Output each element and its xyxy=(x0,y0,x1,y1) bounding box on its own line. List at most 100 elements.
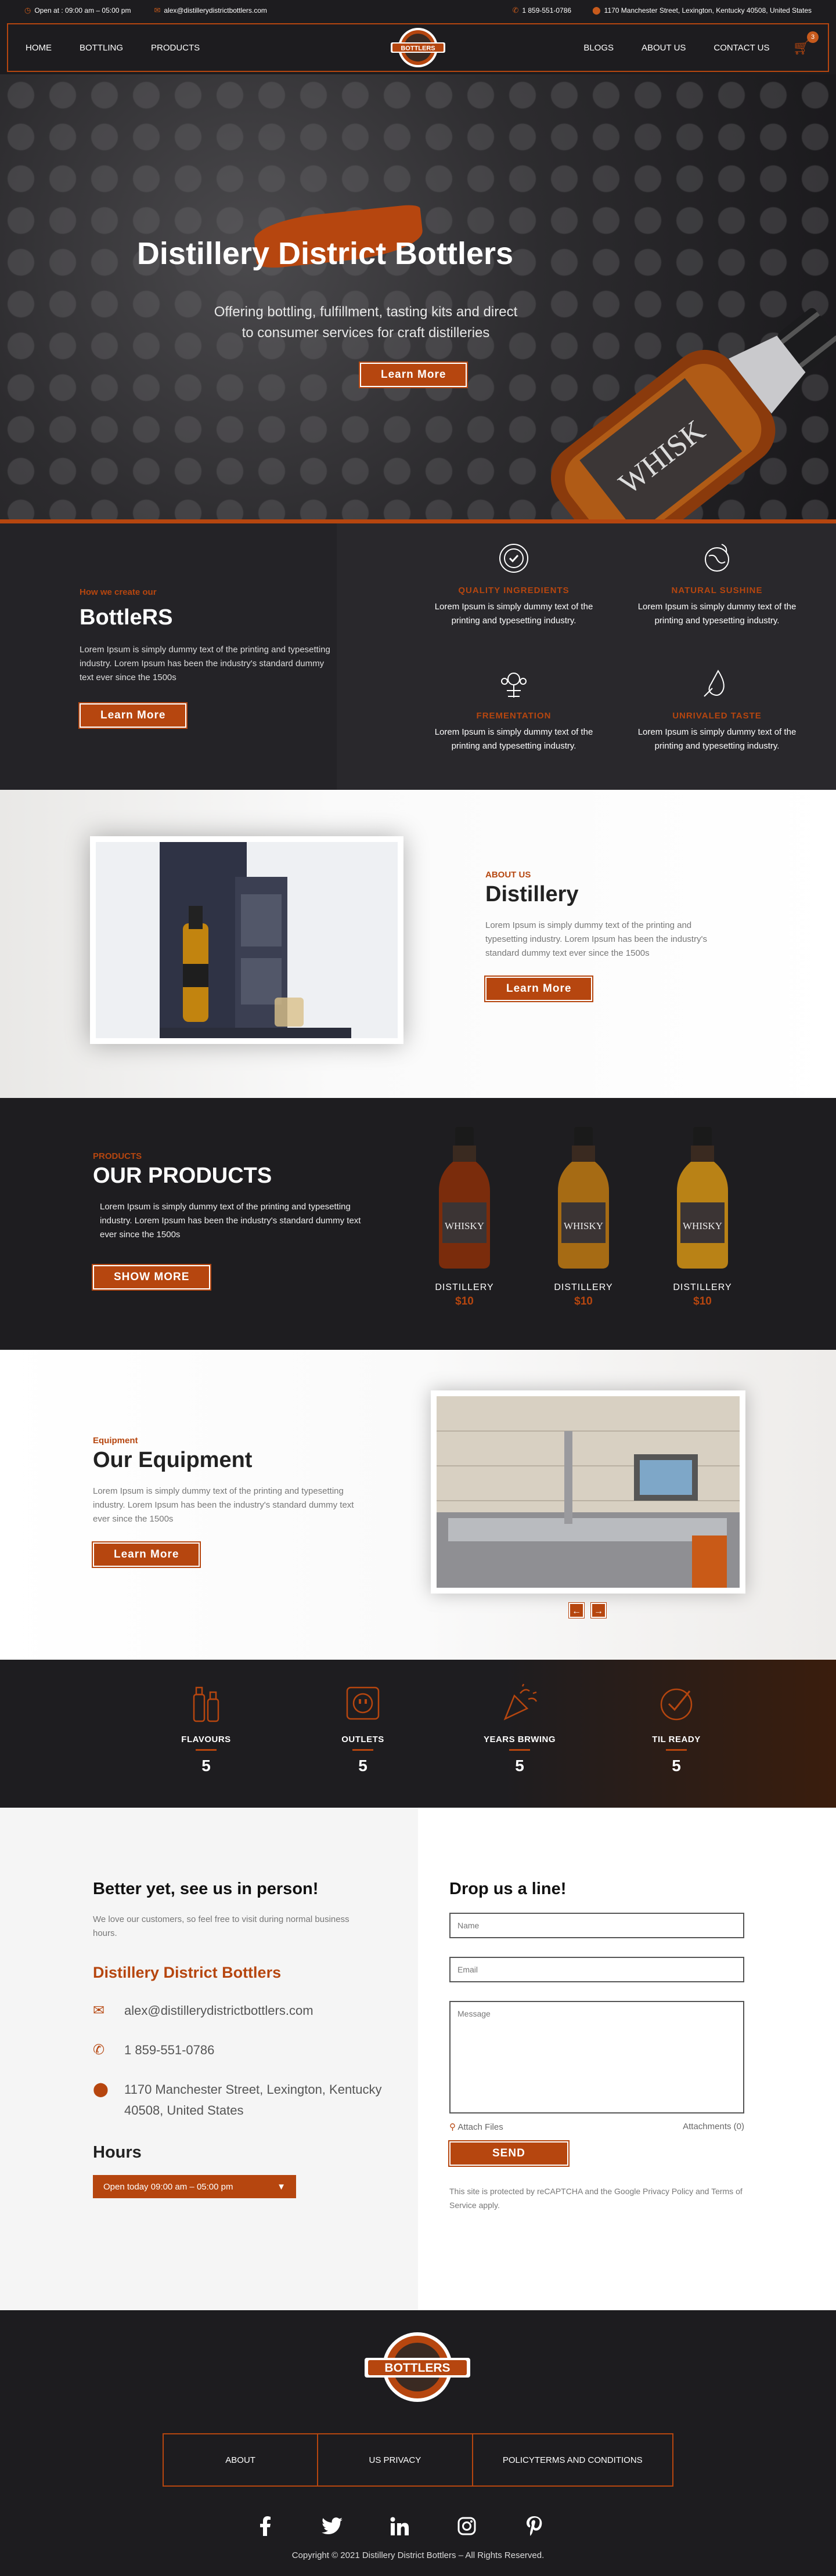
pinterest-icon[interactable] xyxy=(522,2514,546,2538)
drop-icon xyxy=(704,669,725,697)
bottling-machine-image xyxy=(437,1396,740,1588)
feature-title: UNRIVALED TASTE xyxy=(672,710,762,721)
copyright: Copyright © 2021 Distillery District Bot… xyxy=(291,2550,545,2560)
instagram-icon[interactable] xyxy=(455,2514,478,2538)
name-input[interactable] xyxy=(449,1913,744,1938)
stat-flavours: FLAVOURS 5 xyxy=(128,1660,284,1808)
hero-title: Distillery District Bottlers xyxy=(136,236,514,271)
bottlers-learn-more-button[interactable]: Learn More xyxy=(78,702,188,729)
feature-title: FREMENTATION xyxy=(476,710,552,721)
send-button[interactable]: SEND xyxy=(448,2140,570,2167)
email-info[interactable]: ✉ alex@distillerydistrictbottlers.com xyxy=(154,6,266,15)
linkedin-icon[interactable] xyxy=(388,2514,411,2538)
about-learn-more-button[interactable]: Learn More xyxy=(484,976,594,1002)
form-title: Drop us a line! xyxy=(449,1880,567,1898)
header: HOME BOTTLING PRODUCTS BOTTLERS BLOGS AB… xyxy=(0,21,836,74)
message-textarea[interactable] xyxy=(449,2001,744,2113)
footer-link-terms[interactable]: POLICYTERMS AND CONDITIONS xyxy=(473,2434,673,2485)
carousel-controls: ← → xyxy=(568,1602,607,1618)
about-title: Distillery xyxy=(485,882,579,906)
quality-icon xyxy=(499,544,528,573)
facebook-icon[interactable] xyxy=(253,2514,276,2538)
product-name: DISTILLERY xyxy=(554,1282,613,1292)
equipment-learn-more-button[interactable]: Learn More xyxy=(91,1541,201,1568)
stat-value: 5 xyxy=(358,1757,367,1775)
product-label-text: WHISKY xyxy=(564,1220,603,1231)
contact-address-text: 1170 Manchester Street, Lexington, Kentu… xyxy=(124,2082,382,2118)
about-kicker: ABOUT US xyxy=(485,870,531,880)
location-pin-icon: ⬤ xyxy=(592,6,601,15)
twitter-icon[interactable] xyxy=(320,2514,344,2538)
email-text[interactable]: alex@distillerydistrictbottlers.com xyxy=(164,6,267,15)
feature-taste: UNRIVALED TASTE Lorem Ipsum is simply du… xyxy=(615,665,819,790)
feature-quality: QUALITY INGREDIENTS Lorem Ipsum is simpl… xyxy=(412,540,615,664)
contact-phone-text[interactable]: 1 859-551-0786 xyxy=(124,2040,214,2061)
cart-button[interactable]: 🛒︎ 3 xyxy=(793,31,819,56)
stat-divider xyxy=(352,1749,373,1751)
products-text: Lorem Ipsum is simply dummy text of the … xyxy=(100,1202,361,1240)
stat-label: OUTLETS xyxy=(341,1735,384,1744)
bottlers-text: Lorem Ipsum is simply dummy text of the … xyxy=(80,645,330,682)
site-logo[interactable]: BOTTLERS xyxy=(386,25,450,70)
hours-info: ◷ Open at : 09:00 am – 05:00 pm xyxy=(24,6,131,15)
nav-contact-us[interactable]: CONTACT US xyxy=(714,43,769,53)
phone-info[interactable]: ✆ 1 859-551-0786 xyxy=(512,6,571,15)
about-photo xyxy=(90,836,403,1044)
nav-home[interactable]: HOME xyxy=(26,43,52,53)
contact-email-text[interactable]: alex@distillerydistrictbottlers.com xyxy=(124,2000,314,2021)
nav-bottling[interactable]: BOTTLING xyxy=(80,43,123,53)
nav-products[interactable]: PRODUCTS xyxy=(151,43,200,53)
contact-email[interactable]: ✉ alex@distillerydistrictbottlers.com xyxy=(93,2000,418,2021)
products-title: OUR PRODUCTS xyxy=(93,1164,272,1188)
footer-link-privacy[interactable]: US PRIVACY xyxy=(318,2434,473,2485)
product-label-text: WHISKY xyxy=(445,1220,484,1231)
celebration-icon xyxy=(503,1683,538,1721)
prev-arrow-icon[interactable]: ← xyxy=(568,1602,585,1618)
fermentation-icon xyxy=(501,672,527,698)
hero-subtitle: Offering bottling, fulfillment, tasting … xyxy=(214,304,518,341)
product-card[interactable]: WHISKY DISTILLERY $10 xyxy=(549,1127,618,1308)
stat-outlets: OUTLETS 5 xyxy=(284,1660,441,1808)
product-bottle-image: WHISKY xyxy=(677,1127,728,1269)
whisky-box-image xyxy=(96,842,398,1038)
nav-about-us[interactable]: ABOUT US xyxy=(642,43,686,53)
top-bar: ◷ Open at : 09:00 am – 05:00 pm ✉ alex@d… xyxy=(0,0,836,21)
product-bottle-image: WHISKY xyxy=(558,1127,609,1269)
contact-form: Drop us a line! ⚲ Attach Files Attachmen… xyxy=(418,1808,836,2310)
attach-files-link[interactable]: ⚲ Attach Files xyxy=(449,2122,503,2132)
email-input[interactable] xyxy=(449,1957,744,1982)
product-bottle-image: WHISKY xyxy=(439,1127,490,1269)
product-price: $10 xyxy=(693,1295,712,1307)
contact-phone[interactable]: ✆ 1 859-551-0786 xyxy=(93,2040,418,2061)
equipment-kicker: Equipment xyxy=(93,1436,138,1446)
product-card[interactable]: WHISKY DISTILLERY $10 xyxy=(668,1127,737,1308)
logo-text: BOTTLERS xyxy=(401,45,435,52)
product-name: DISTILLERY xyxy=(435,1282,494,1292)
stat-value: 5 xyxy=(515,1757,524,1775)
stat-value: 5 xyxy=(201,1757,211,1775)
hero-learn-more-button[interactable]: Learn More xyxy=(358,362,469,388)
check-icon xyxy=(660,1688,693,1721)
product-label-text: WHISKY xyxy=(683,1220,722,1231)
stat-divider xyxy=(666,1749,687,1751)
nav-blogs[interactable]: BLOGS xyxy=(583,43,614,53)
phone-text[interactable]: 1 859-551-0786 xyxy=(522,6,571,15)
hours-dropdown[interactable]: Open today 09:00 am – 05:00 pm ▼ xyxy=(93,2175,296,2198)
globe-icon xyxy=(705,544,729,572)
hours-title: Hours xyxy=(93,2143,142,2162)
footer-link-about[interactable]: ABOUT xyxy=(164,2434,319,2485)
show-more-button[interactable]: SHOW MORE xyxy=(91,1264,212,1291)
attachments-row: ⚲ Attach Files Attachments (0) xyxy=(449,2122,744,2132)
attachments-count: Attachments (0) xyxy=(683,2122,744,2131)
bottlers-kicker: How we create our xyxy=(80,587,157,597)
footer-logo[interactable]: BOTTLERS xyxy=(356,2326,478,2408)
equipment-title: Our Equipment xyxy=(93,1448,253,1472)
next-arrow-icon[interactable]: → xyxy=(590,1602,607,1618)
paperclip-icon: ⚲ xyxy=(449,2122,456,2132)
mail-icon: ✉ xyxy=(154,6,161,15)
feature-title: QUALITY INGREDIENTS xyxy=(458,586,570,595)
hours-text: Open at : 09:00 am – 05:00 pm xyxy=(34,6,131,15)
stat-divider xyxy=(196,1749,217,1751)
equipment-photo xyxy=(431,1390,745,1594)
product-card[interactable]: WHISKY DISTILLERY $10 xyxy=(430,1127,499,1308)
